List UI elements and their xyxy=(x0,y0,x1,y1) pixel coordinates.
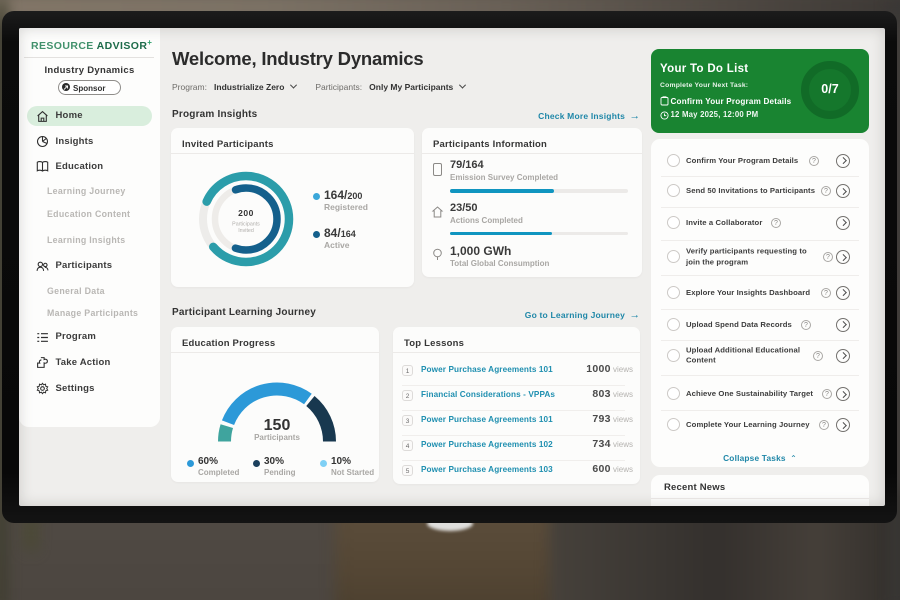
svg-text:200: 200 xyxy=(238,208,254,218)
svg-text:Invited: Invited xyxy=(238,228,254,234)
svg-text:Participants: Participants xyxy=(232,222,260,228)
